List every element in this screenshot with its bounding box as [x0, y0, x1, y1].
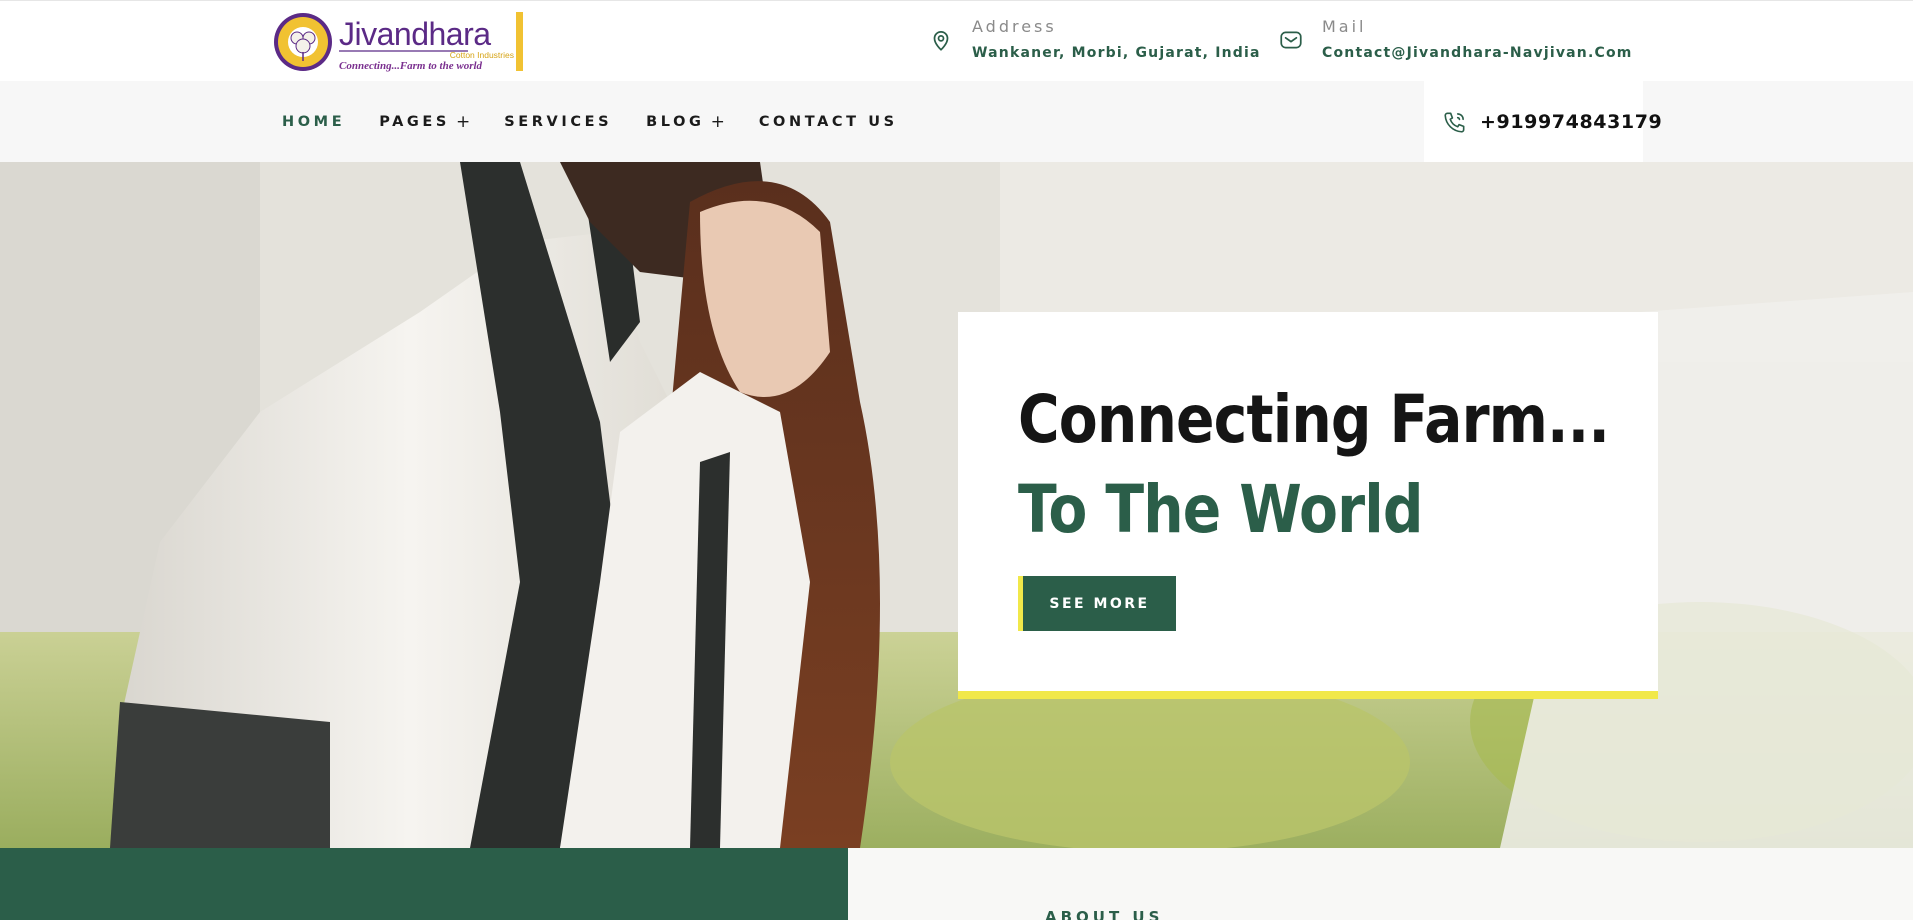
map-pin-icon — [928, 27, 954, 53]
address-block: Address Wankaner, Morbi, Gujarat, India — [928, 15, 1261, 63]
nav-item-label: PAGES — [379, 113, 450, 130]
hero-title-line-2: To The World — [1018, 471, 1424, 548]
hero-title-line-1: Connecting Farm... — [1018, 381, 1610, 458]
nav-item-label: HOME — [282, 113, 346, 130]
see-more-button[interactable]: SEE MORE — [1018, 576, 1176, 631]
about-section: ABOUT US — [848, 848, 1913, 920]
nav-menu: HOME PAGES + SERVICES BLOG + CONTACT US — [282, 81, 932, 162]
hero-section: Connecting Farm... To The World SEE MORE — [0, 162, 1913, 848]
address-value: Wankaner, Morbi, Gujarat, India — [972, 45, 1261, 61]
mail-label: Mail — [1322, 17, 1367, 36]
nav-item-label: SERVICES — [504, 113, 613, 130]
nav-item-label: BLOG — [646, 113, 705, 130]
nav-item-blog[interactable]: BLOG + — [646, 112, 725, 132]
phone-icon — [1442, 109, 1468, 135]
mail-block: Mail Contact@Jivandhara-Navjivan.Com — [1278, 15, 1633, 63]
mail-icon — [1278, 27, 1304, 53]
brand-tagline: Connecting...Farm to the world — [339, 60, 483, 72]
nav-item-services[interactable]: SERVICES — [504, 114, 612, 130]
main-nav-bar: HOME PAGES + SERVICES BLOG + CONTACT US … — [0, 81, 1913, 162]
nav-item-contact-us[interactable]: CONTACT US — [759, 114, 898, 130]
top-bar: Jivandhara Cotton Industries Connecting.… — [0, 0, 1913, 81]
brand-name: Jivandhara — [339, 16, 491, 52]
phone-contact[interactable]: +919974843179 — [1424, 81, 1662, 162]
nav-item-label: CONTACT US — [758, 113, 898, 130]
logo-divider — [516, 12, 523, 71]
nav-item-pages[interactable]: PAGES + — [379, 112, 470, 132]
about-us-label: ABOUT US — [1045, 908, 1164, 920]
about-image-panel — [0, 848, 848, 920]
nav-item-home[interactable]: HOME — [282, 114, 345, 130]
mail-value[interactable]: Contact@Jivandhara-Navjivan.Com — [1322, 43, 1633, 63]
phone-number: +919974843179 — [1480, 110, 1663, 133]
plus-icon: + — [710, 111, 725, 132]
hero-card: Connecting Farm... To The World SEE MORE — [958, 312, 1658, 699]
brand-logo[interactable]: Jivandhara Cotton Industries Connecting.… — [273, 11, 526, 73]
plus-icon: + — [455, 111, 471, 132]
brand-sub: Cotton Industries — [450, 50, 514, 60]
address-label: Address — [972, 17, 1057, 36]
